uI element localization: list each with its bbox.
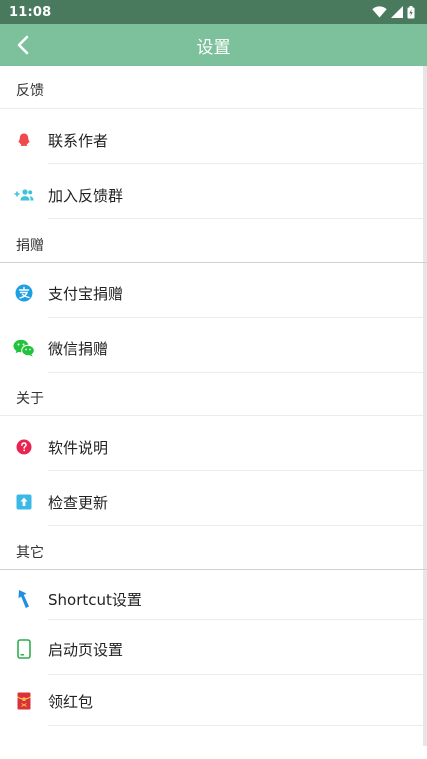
divider: [48, 470, 423, 471]
divider: [48, 218, 423, 219]
settings-item-label: 软件说明: [48, 438, 109, 457]
divider: [0, 415, 423, 416]
settings-item-label: 启动页设置: [48, 640, 124, 659]
settings-item-label: 微信捐赠: [48, 339, 109, 358]
divider: [48, 725, 423, 726]
settings-item-join-group[interactable]: 加入反馈群: [0, 168, 427, 222]
settings-item-red-packet[interactable]: 领红包: [0, 674, 427, 728]
settings-item-app-instructions[interactable]: 软件说明: [0, 420, 427, 474]
battery-icon: [407, 5, 415, 18]
update-icon: [16, 494, 32, 510]
qq-icon: [18, 133, 30, 146]
signal-icon: [391, 6, 403, 18]
settings-item-label: 领红包: [48, 692, 94, 711]
settings-item-alipay-donate[interactable]: 支付宝捐赠: [0, 266, 427, 320]
settings-item-label: 加入反馈群: [48, 186, 124, 205]
help-icon: [16, 439, 32, 455]
divider: [48, 317, 423, 318]
settings-item-label: 联系作者: [48, 131, 109, 150]
divider: [48, 525, 423, 526]
add-group-icon: [14, 189, 34, 201]
wechat-icon: [13, 339, 35, 357]
divider: [0, 262, 427, 263]
divider: [48, 163, 423, 164]
settings-item-shortcut-settings[interactable]: Shortcut设置: [0, 572, 427, 626]
section-header-donate: 捐赠: [16, 238, 44, 254]
status-time: 11:08: [9, 4, 52, 20]
settings-item-label: 检查更新: [48, 493, 109, 512]
section-header-feedback: 反馈: [16, 83, 44, 99]
red-packet-icon: [17, 692, 31, 710]
page-title: 设置: [196, 37, 231, 58]
settings-item-splash-settings[interactable]: 启动页设置: [0, 622, 427, 676]
section-header-about: 关于: [16, 391, 44, 407]
section-header-other: 其它: [16, 545, 44, 561]
back-button[interactable]: [8, 30, 38, 60]
divider: [48, 619, 423, 620]
settings-item-check-update[interactable]: 检查更新: [0, 475, 427, 529]
app-bar: 设置: [0, 24, 427, 66]
settings-item-wechat-donate[interactable]: 微信捐赠: [0, 321, 427, 375]
status-icons: [372, 5, 415, 19]
settings-item-label: 支付宝捐赠: [48, 284, 124, 303]
divider: [48, 372, 423, 373]
status-bar: 11:08: [0, 0, 427, 24]
settings-item-contact-author[interactable]: 联系作者: [0, 113, 427, 167]
wifi-icon: [372, 6, 387, 18]
back-arrow-icon: [17, 35, 29, 55]
settings-list: 反馈 联系作者 加入反馈群 捐赠 支付宝捐赠 微信捐赠 关于 软件说明 检查更新…: [0, 66, 427, 759]
alipay-icon: [15, 284, 33, 302]
divider: [0, 108, 423, 109]
shortcut-icon: [18, 590, 29, 608]
phone-icon: [17, 639, 31, 659]
settings-item-label: Shortcut设置: [48, 590, 142, 609]
divider: [0, 569, 427, 570]
